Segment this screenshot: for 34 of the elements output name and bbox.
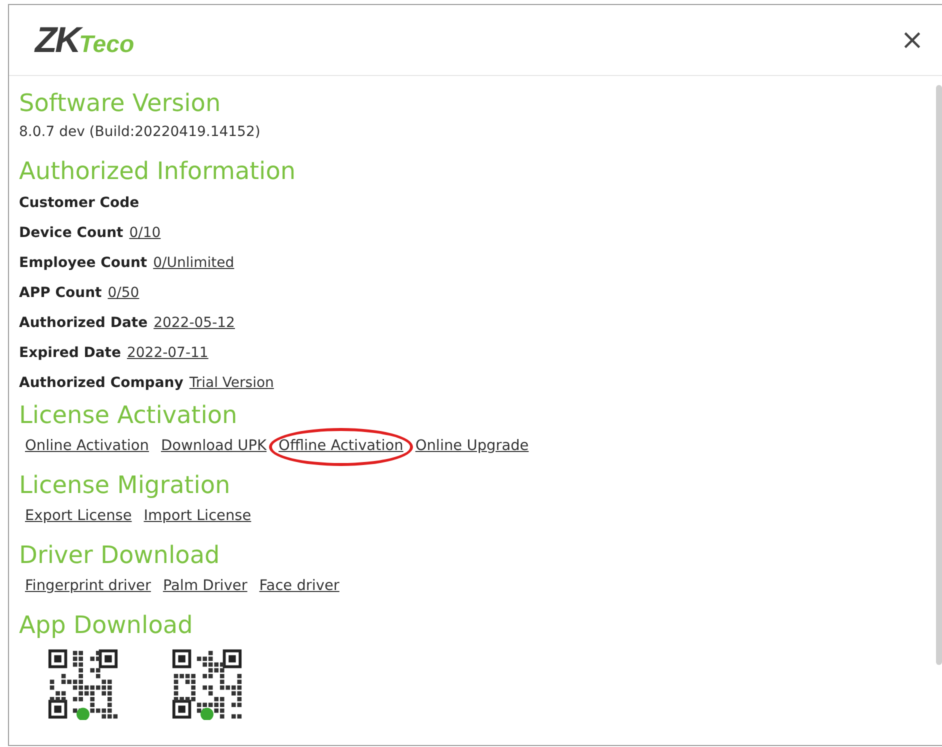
info-value[interactable]: 0/Unlimited bbox=[153, 255, 234, 271]
info-value[interactable]: Trial Version bbox=[189, 375, 274, 391]
info-label: Authorized Company bbox=[19, 375, 184, 391]
section-heading: Software Version bbox=[19, 88, 222, 119]
info-value[interactable]: 2022-07-11 bbox=[126, 345, 208, 361]
section-heading: Authorized Information bbox=[19, 156, 297, 187]
info-label: Expired Date bbox=[19, 345, 121, 361]
info-value[interactable]: 0/10 bbox=[129, 225, 161, 241]
link[interactable]: Palm Driver bbox=[162, 578, 248, 594]
section-heading: App Download bbox=[19, 610, 194, 641]
info-label: Device Count bbox=[19, 225, 124, 241]
info-value[interactable]: 0/50 bbox=[108, 285, 140, 301]
qr-code bbox=[171, 648, 243, 720]
link[interactable]: Fingerprint driver bbox=[25, 578, 151, 594]
link[interactable]: Download UPK bbox=[160, 438, 267, 454]
close-button[interactable]: × bbox=[898, 26, 926, 54]
logo: ZKTeco bbox=[35, 19, 134, 61]
scrollbar[interactable] bbox=[936, 85, 942, 665]
section-heading: License Migration bbox=[19, 470, 232, 501]
link[interactable]: Offline Activation bbox=[278, 438, 404, 454]
link[interactable]: Online Activation bbox=[25, 438, 149, 454]
link[interactable]: Face driver bbox=[259, 578, 340, 594]
qr-code bbox=[47, 648, 119, 720]
version-text: 8.0.7 dev (Build:20220419.14152) bbox=[19, 123, 262, 142]
info-label: Employee Count bbox=[19, 255, 148, 271]
info-label: APP Count bbox=[19, 285, 102, 301]
link[interactable]: Import License bbox=[144, 508, 252, 524]
info-value[interactable]: 2022-05-12 bbox=[154, 315, 235, 331]
info-label: Authorized Date bbox=[19, 315, 148, 331]
link[interactable]: Online Upgrade bbox=[415, 438, 529, 454]
section-heading: Driver Download bbox=[19, 540, 221, 571]
info-label: Customer Code bbox=[19, 195, 140, 211]
link[interactable]: Export License bbox=[25, 508, 132, 524]
section-heading: License Activation bbox=[19, 400, 238, 431]
